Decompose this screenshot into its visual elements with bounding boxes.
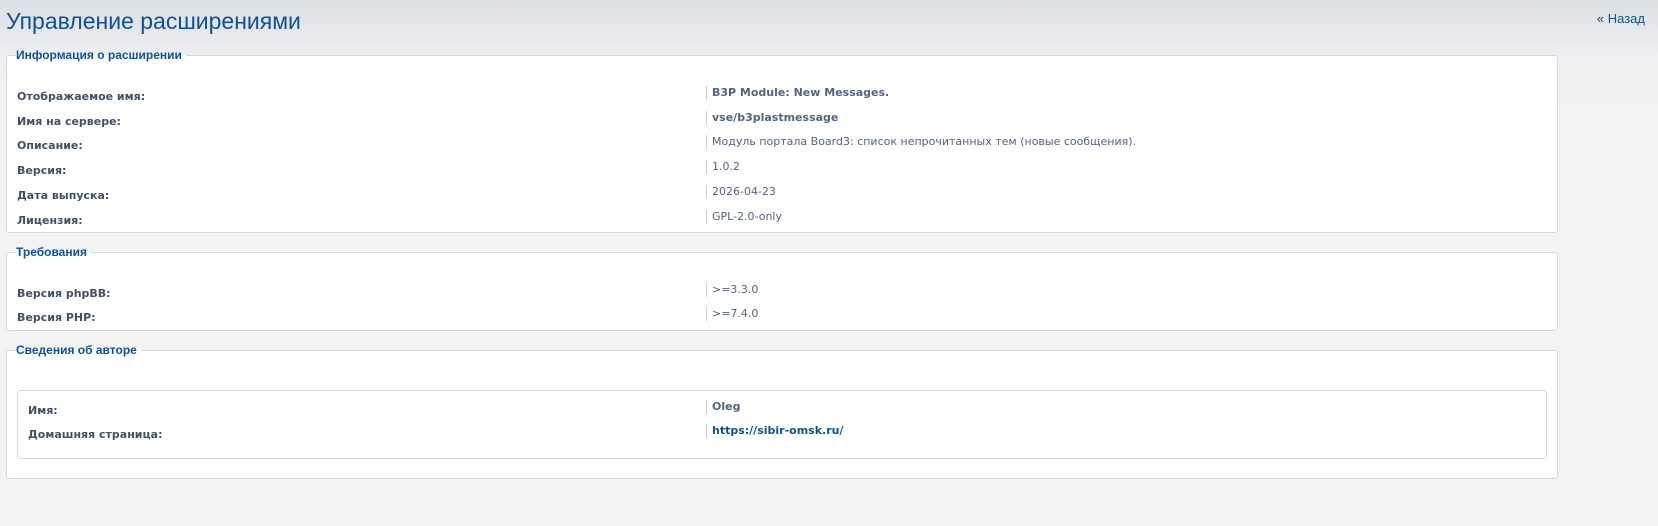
version-label: Версия: [17,164,67,177]
requirements-fieldset: Требования Версия phpBB: >=3.3.0 Версия … [6,245,1558,331]
release-date-label: Дата выпуска: [17,189,110,202]
phpbb-version-row: Версия phpBB: >=3.3.0 [7,283,1557,309]
display-name-label: Отображаемое имя: [17,90,146,103]
php-version-label: Версия PHP: [17,311,96,324]
server-name-value: vse/b3plastmessage [706,111,838,125]
extension-info-fieldset: Информация о расширении Отображаемое имя… [6,48,1558,233]
back-link[interactable]: « Назад [1597,11,1645,26]
extension-info-legend: Информация о расширении [16,48,182,62]
homepage-value: https://sibir-omsk.ru/ [706,424,844,438]
description-value: Модуль портала Board3: список непрочитан… [706,135,1136,149]
display-name-row: Отображаемое имя: B3P Module: New Messag… [7,86,1557,112]
author-info-fieldset: Сведения об авторе Имя: Oleg Домашняя ст… [6,343,1558,479]
php-version-row: Версия PHP: >=7.4.0 [7,307,1557,333]
author-name-row: Имя: Oleg [18,400,1546,426]
license-row: Лицензия: GPL-2.0-only [7,210,1557,236]
description-label: Описание: [17,139,83,152]
description-row: Описание: Модуль портала Board3: список … [7,135,1557,161]
release-date-row: Дата выпуска: 2026-04-23 [7,185,1557,211]
license-label: Лицензия: [17,214,83,227]
author-info-legend: Сведения об авторе [16,343,137,357]
phpbb-version-value: >=3.3.0 [706,283,758,297]
homepage-link[interactable]: https://sibir-omsk.ru/ [712,424,844,437]
server-name-label: Имя на сервере: [17,115,121,128]
phpbb-version-label: Версия phpBB: [17,287,111,300]
homepage-row: Домашняя страница: https://sibir-omsk.ru… [18,424,1546,450]
author-name-value: Oleg [706,400,740,414]
page-title: Управление расширениями [6,8,301,34]
homepage-label: Домашняя страница: [28,428,163,441]
license-value: GPL-2.0-only [706,210,782,224]
author-name-label: Имя: [28,404,58,417]
display-name-value: B3P Module: New Messages. [706,86,889,100]
author-details-box: Имя: Oleg Домашняя страница: https://sib… [17,390,1547,459]
version-value: 1.0.2 [706,160,740,174]
server-name-row: Имя на сервере: vse/b3plastmessage [7,111,1557,137]
release-date-value: 2026-04-23 [706,185,776,199]
version-row: Версия: 1.0.2 [7,160,1557,186]
php-version-value: >=7.4.0 [706,307,758,321]
requirements-legend: Требования [16,245,87,259]
